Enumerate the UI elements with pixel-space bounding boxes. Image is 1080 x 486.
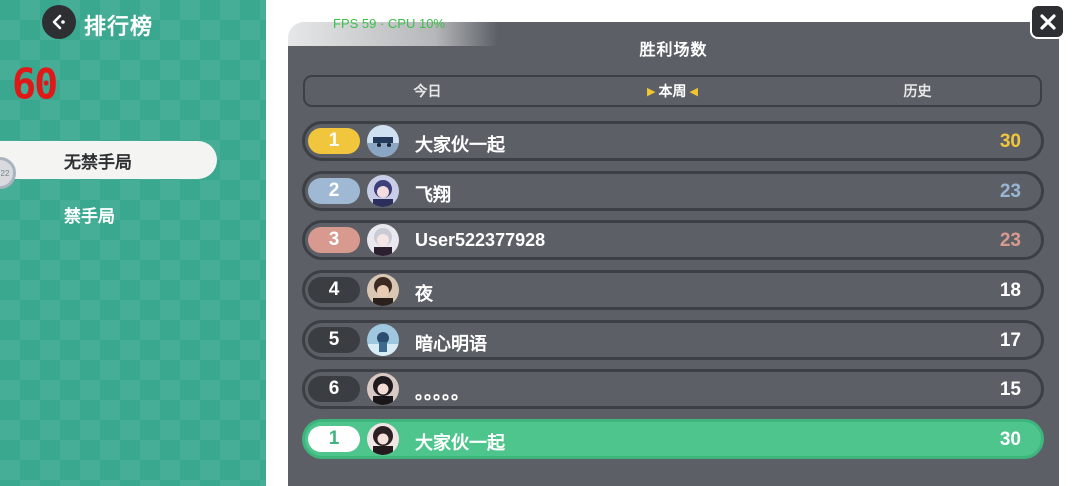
leaderboard-row[interactable]: 2 飞翔 23 <box>302 171 1044 211</box>
player-name: 飞翔 <box>415 185 451 205</box>
board-title: 胜利场数 <box>639 42 708 59</box>
close-icon <box>1039 13 1056 30</box>
nav-item-label: 无禁手局 <box>64 152 132 172</box>
avatar <box>367 224 399 256</box>
avatar <box>367 175 399 207</box>
close-button[interactable] <box>1030 4 1065 39</box>
avatar <box>367 324 399 356</box>
rank-badge: 1 <box>308 128 360 154</box>
rank-badge: 2 <box>308 178 360 204</box>
tab-label: 历史 <box>903 83 932 99</box>
my-rank-row[interactable]: 1 大家伙一起 30 <box>302 419 1044 459</box>
tab-this-week[interactable]: ▶ 本周 ◀ <box>550 77 795 105</box>
score: 17 <box>999 330 1021 351</box>
triangle-right-icon: ▶ <box>647 85 656 98</box>
back-arrow-icon <box>52 14 65 30</box>
tab-label: 本周 <box>658 83 687 99</box>
triangle-left-icon: ◀ <box>689 85 698 98</box>
nav-item-label: 禁手局 <box>64 206 115 226</box>
player-name: User522377928 <box>415 230 546 250</box>
rank-badge: 1 <box>308 426 360 452</box>
leaderboard-row[interactable]: 1 大家伙一起 30 <box>302 121 1044 161</box>
player-name: 。。。。。 <box>415 383 469 403</box>
tab-today[interactable]: 今日 <box>305 77 550 105</box>
score: 15 <box>999 379 1021 400</box>
avatar <box>367 125 399 157</box>
player-name: 夜 <box>415 284 433 304</box>
fps-overlay-text: FPS 59 · CPU 10% <box>333 16 445 31</box>
nav-item-no-forbidden[interactable]: 无禁手局 <box>0 141 217 179</box>
score: 30 <box>999 429 1021 450</box>
rank-badge: 3 <box>308 227 360 253</box>
leaderboard-row[interactable]: 6 。。。。。 15 <box>302 369 1044 409</box>
avatar <box>367 274 399 306</box>
avatar <box>367 423 399 455</box>
leaderboard-row[interactable]: 3 User522377928 23 <box>302 220 1044 260</box>
tab-label: 今日 <box>413 83 442 99</box>
period-tabs: 今日 ▶ 本周 ◀ 历史 <box>303 75 1042 107</box>
leaderboard-row[interactable]: 4 夜 18 <box>302 270 1044 310</box>
rank-badge: 6 <box>308 376 360 402</box>
score: 18 <box>999 280 1021 301</box>
player-name: 暗心明语 <box>415 334 487 354</box>
rank-badge: 4 <box>308 277 360 303</box>
nav-item-forbidden[interactable]: 禁手局 <box>0 195 217 233</box>
score: 23 <box>999 181 1021 202</box>
page-title: 排行榜 <box>84 14 154 39</box>
player-name: 大家伙一起 <box>415 433 505 453</box>
avatar <box>367 373 399 405</box>
fps-counter: 60 <box>12 60 58 110</box>
player-name: 大家伙一起 <box>415 135 505 155</box>
rank-badge: 5 <box>308 327 360 353</box>
leaderboard-row[interactable]: 5 暗心明语 17 <box>302 320 1044 360</box>
tab-history[interactable]: 历史 <box>795 77 1040 105</box>
score: 30 <box>999 131 1021 152</box>
back-button[interactable] <box>42 5 76 39</box>
score: 23 <box>999 230 1021 251</box>
sidebar: 排行榜 60 无禁手局 禁手局 <box>0 0 266 486</box>
